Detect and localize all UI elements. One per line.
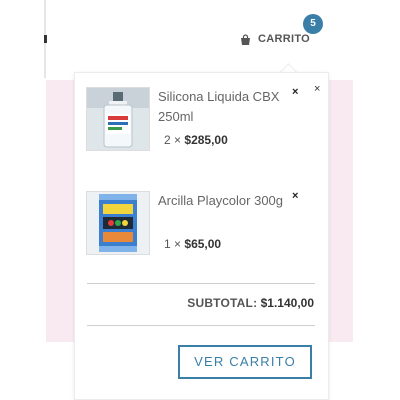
product-thumbnail[interactable] xyxy=(86,191,150,255)
clay-package-icon xyxy=(87,192,149,254)
remove-item-icon[interactable]: × xyxy=(292,87,298,98)
product-thumbnail[interactable] xyxy=(86,87,150,151)
silicone-bottle-icon xyxy=(87,88,149,150)
item-price: $65,00 xyxy=(184,237,222,251)
item-quantity-price: 2 × $285,00 xyxy=(164,133,228,147)
shopping-bag-icon xyxy=(241,33,250,45)
product-name-link[interactable]: Silicona Liquida CBX 250ml xyxy=(158,87,286,127)
remove-item-icon[interactable]: × xyxy=(292,191,298,202)
item-price: $285,00 xyxy=(184,133,228,147)
mini-cart-item: Arcilla Playcolor 300g × 1 × $65,00 xyxy=(86,191,311,261)
product-name-link[interactable]: Arcilla Playcolor 300g xyxy=(158,191,286,211)
cart-label: CARRITO xyxy=(258,33,311,45)
view-cart-button[interactable]: VER CARRITO xyxy=(178,345,312,379)
cart-count-badge: 5 xyxy=(303,14,323,34)
item-quantity: 2 xyxy=(164,133,171,147)
subtotal-label: SUBTOTAL: xyxy=(187,296,258,310)
divider xyxy=(87,325,315,326)
site-header xyxy=(0,0,400,78)
times-symbol: × xyxy=(174,237,182,251)
subtotal-value: $1.140,00 xyxy=(260,296,314,310)
item-quantity-price: 1 × $65,00 xyxy=(164,237,221,251)
times-symbol: × xyxy=(174,133,182,147)
item-quantity: 1 xyxy=(164,237,171,251)
mini-cart-item: Silicona Liquida CBX 250ml × 2 × $285,00 xyxy=(86,87,311,157)
mini-cart-close-icon[interactable]: × xyxy=(314,84,320,95)
header-cart-link[interactable]: CARRITO xyxy=(239,30,310,48)
divider xyxy=(87,283,315,284)
header-nav-fragment xyxy=(44,35,47,43)
subtotal-row: SUBTOTAL: $1.140,00 xyxy=(87,296,314,310)
